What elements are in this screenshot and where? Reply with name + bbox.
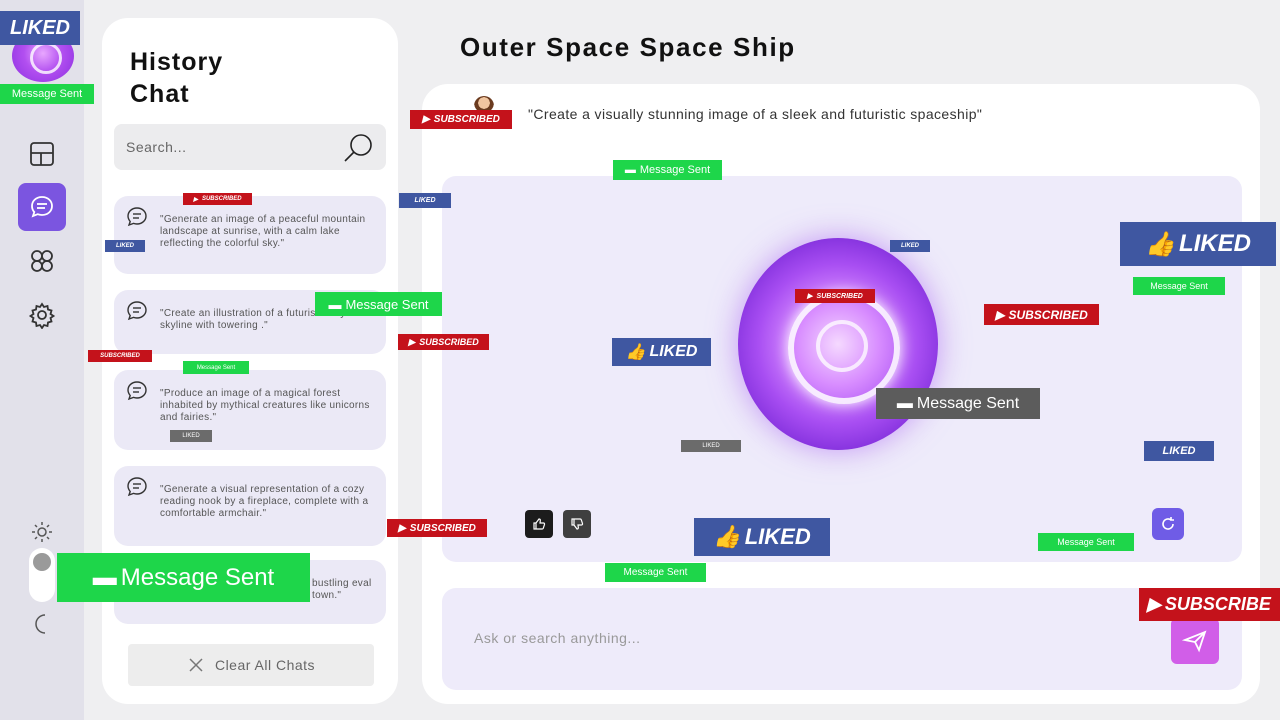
chat-bubble-icon — [127, 381, 147, 401]
liked-badge: LIKED — [1144, 441, 1214, 461]
liked-badge: LIKED — [105, 240, 145, 252]
chat-bubble-icon — [127, 477, 147, 497]
subscribed-badge: ▶ SUBSCRIBED — [183, 193, 252, 205]
liked-badge-text: LIKED — [702, 443, 720, 449]
history-search[interactable] — [114, 124, 386, 170]
message-sent-badge: Message Sent — [1038, 533, 1134, 551]
thumbs-up-button[interactable] — [525, 510, 553, 538]
liked-badge-text: LIKED — [1162, 445, 1196, 457]
message-sent-text: Message Sent — [120, 563, 275, 591]
liked-badge: 👍 LIKED — [612, 338, 711, 366]
liked-badge-text: LIKED — [116, 243, 134, 249]
settings-button[interactable] — [18, 291, 66, 339]
chat-bubble-icon — [127, 207, 147, 227]
chat-history-item[interactable]: "Generate a visual representation of a c… — [114, 466, 386, 546]
message-sent-badge: ▬ Message Sent — [876, 388, 1040, 419]
message-sent-text: Message Sent — [916, 394, 1020, 412]
message-sent-text: Message Sent — [345, 296, 429, 312]
prompt-text: "Create a visually stunning image of a s… — [528, 106, 983, 122]
chat-history-text: bustling eval town." — [312, 578, 372, 601]
subscribed-text: SUBSCRIBED — [816, 292, 863, 300]
message-sent-badge: Message Sent — [183, 361, 249, 374]
message-sent-badge: ▬ Message Sent — [613, 160, 722, 180]
subscribed-badge: ▶ SUBSCRIBED — [410, 110, 512, 129]
subscribed-badge: SUBSCRIBED — [88, 350, 152, 362]
page-title: Outer Space Space Ship — [460, 32, 796, 62]
send-button[interactable] — [1171, 618, 1219, 664]
liked-badge-text: LIKED — [10, 16, 70, 39]
chat-history-item[interactable]: "Produce an image of a magical forest in… — [114, 370, 386, 450]
message-sent-text: Message Sent — [1057, 537, 1115, 547]
layout-button[interactable] — [18, 130, 66, 178]
search-icon[interactable] — [342, 132, 376, 164]
liked-badge: LIKED — [170, 430, 212, 442]
subscribe-badge: ▶ SUBSCRIBE — [1139, 588, 1280, 621]
liked-badge-text: LIKED — [744, 524, 811, 549]
left-rail — [0, 0, 84, 720]
thumbs-up-icon — [533, 518, 546, 530]
liked-badge: 👍 LIKED — [1120, 222, 1276, 266]
message-sent-text: Message Sent — [196, 364, 236, 371]
subscribed-text: SUBSCRIBED — [201, 196, 242, 202]
refresh-icon — [1162, 517, 1174, 530]
subscribed-badge: ▶ SUBSCRIBED — [795, 289, 875, 303]
layout-icon — [30, 142, 54, 166]
chat-history-text: "Produce an image of a magical forest in… — [160, 388, 370, 423]
subscribed-text: SUBSCRIBED — [419, 337, 479, 347]
message-sent-badge: ▬ Message Sent — [57, 553, 310, 602]
theme-toggle[interactable] — [29, 548, 55, 602]
liked-badge: LIKED — [890, 240, 930, 252]
chat-bubble-icon — [127, 301, 147, 321]
thumbs-down-button[interactable] — [563, 510, 591, 538]
subscribed-text: SUBSCRIBED — [409, 522, 476, 534]
subscribed-badge: ▶ SUBSCRIBED — [387, 519, 487, 537]
liked-badge: LIKED — [681, 440, 741, 452]
settings-icon — [28, 302, 56, 329]
liked-badge-text: LIKED — [649, 343, 698, 360]
theme-toggle-knob — [33, 553, 51, 571]
clear-all-chats-button[interactable]: Clear All Chats — [128, 644, 374, 686]
chat-history-text: "Generate an image of a peaceful mountai… — [160, 214, 366, 249]
subscribed-text: SUBSCRIBED — [100, 353, 140, 359]
regenerate-button[interactable] — [1152, 508, 1184, 540]
subscribe-text: SUBSCRIBE — [1164, 594, 1271, 614]
liked-badge: LIKED — [399, 193, 451, 208]
message-sent-text: Message Sent — [11, 88, 83, 100]
message-sent-text: Message Sent — [639, 164, 711, 176]
chat-history-text: "Generate a visual representation of a c… — [160, 484, 369, 519]
close-icon — [189, 658, 203, 672]
community-button[interactable] — [18, 237, 66, 285]
message-sent-badge: Message Sent — [0, 84, 94, 104]
subscribed-badge: ▶ SUBSCRIBED — [398, 334, 489, 350]
ask-box — [442, 588, 1242, 690]
chat-history-item[interactable]: "Generate an image of a peaceful mountai… — [114, 196, 386, 274]
thumbs-down-icon — [571, 518, 584, 530]
clear-all-label: Clear All Chats — [214, 657, 316, 673]
liked-badge-text: LIKED — [901, 243, 919, 249]
liked-badge-text: LIKED — [1178, 230, 1251, 257]
history-title: History Chat — [130, 48, 224, 108]
message-sent-text: Message Sent — [1150, 281, 1208, 291]
chat-nav-button[interactable] — [18, 183, 66, 231]
liked-badge-text: LIKED — [414, 197, 436, 204]
community-icon — [31, 250, 53, 272]
liked-badge: LIKED — [0, 11, 80, 45]
message-sent-badge: ▬ Message Sent — [315, 292, 442, 316]
message-sent-text: Message Sent — [623, 567, 688, 578]
chat-icon — [31, 196, 53, 218]
liked-badge: 👍 LIKED — [694, 518, 830, 556]
search-input[interactable] — [126, 124, 336, 170]
subscribed-badge: ▶ SUBSCRIBED — [984, 304, 1099, 325]
message-sent-badge: Message Sent — [605, 563, 706, 582]
subscribed-text: SUBSCRIBED — [1008, 307, 1088, 322]
moon-icon[interactable] — [30, 612, 54, 636]
message-sent-badge: Message Sent — [1133, 277, 1225, 295]
liked-badge-text: LIKED — [182, 433, 200, 439]
sun-icon[interactable] — [30, 520, 54, 544]
subscribed-text: SUBSCRIBED — [433, 114, 500, 125]
send-icon — [1182, 630, 1207, 653]
ask-input[interactable] — [474, 620, 1114, 656]
